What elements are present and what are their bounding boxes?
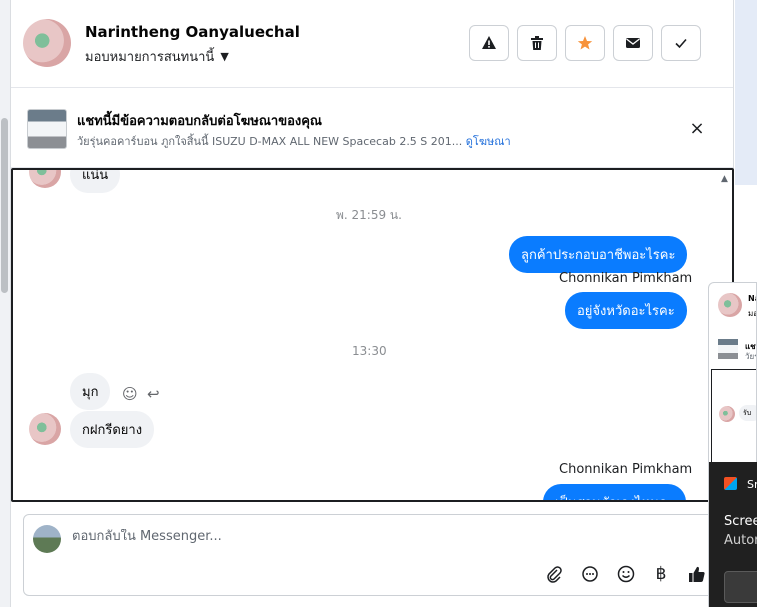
ad-banner-subtitle: วัยรุ่นคอคาร์บอน ภูกใจสิ้นนี้ ISUZU D-MA… [77, 132, 511, 150]
toast-action-button[interactable] [724, 571, 757, 603]
ad-description: วัยรุ่นคอคาร์บอน ภูกใจสิ้นนี้ ISUZU D-MA… [77, 135, 463, 148]
popout-message: รับ [739, 405, 756, 421]
assign-conversation-dropdown[interactable]: มอบหมายการสนทนานี้ ▼ [85, 46, 229, 67]
incoming-message: กฝกรีดยาง [70, 411, 155, 448]
ad-thumbnail[interactable] [27, 109, 67, 149]
baht-icon[interactable]: ฿ [650, 563, 672, 585]
chat-bubble-icon[interactable] [579, 563, 601, 585]
popout-avatar-small [719, 406, 735, 422]
delete-button[interactable] [517, 25, 557, 61]
timestamp: พ. 21:59 น. [336, 208, 402, 222]
trash-icon [531, 36, 543, 50]
snipping-tool-icon [724, 477, 737, 490]
envelope-icon [626, 38, 640, 48]
reply-icon[interactable]: ↩ [147, 385, 160, 403]
popout-ad-thumbnail [718, 339, 738, 359]
outgoing-message: ลูกค้าประกอบอาชีพอะไรคะ [509, 236, 688, 273]
toast-subtitle: Autor [724, 533, 757, 548]
contact-avatar[interactable] [23, 19, 71, 67]
toast-app-name: Sn [747, 478, 757, 491]
incoming-message: แน่น [70, 170, 121, 193]
report-button[interactable] [469, 25, 509, 61]
left-scrollbar-thumb[interactable] [1, 118, 8, 293]
page-avatar [33, 525, 61, 553]
incoming-message: มุก [70, 373, 111, 410]
view-ad-link[interactable]: ดูโฆษณา [466, 135, 511, 148]
star-icon [577, 36, 593, 50]
paperclip-icon[interactable] [543, 563, 565, 585]
conversation-header: Narintheng Oanyaluechal มอบหมายการสนทนาน… [11, 0, 733, 88]
check-icon [675, 38, 687, 49]
ad-banner-title: แชทนี้มีข้อความตอบกลับต่อโฆษณาของคุณ [77, 114, 322, 129]
popout-ad-subtitle: วัยรุ่ [745, 352, 756, 361]
emoji-icon[interactable] [615, 563, 637, 585]
timestamp: 13:30 [352, 344, 387, 358]
contact-name[interactable]: Narintheng Oanyaluechal [85, 23, 300, 41]
assign-label: มอบหมายการสนทนานี้ [85, 50, 215, 65]
outgoing-message: อยู่จังหวัดอะไรคะ [565, 292, 687, 329]
mark-unread-button[interactable] [613, 25, 653, 61]
reply-input[interactable] [72, 529, 672, 544]
popout-assign-label: มอ [748, 309, 756, 318]
thumbs-up-icon[interactable] [686, 563, 708, 585]
mark-done-button[interactable] [661, 25, 701, 61]
toast-title: Scree [724, 514, 757, 529]
contact-avatar-small [29, 170, 61, 188]
contact-avatar-small [29, 413, 61, 445]
star-button[interactable] [565, 25, 605, 61]
close-icon[interactable]: × [687, 118, 707, 139]
ad-reply-banner: แชทนี้มีข้อความตอบกลับต่อโฆษณาของคุณ วัย… [11, 88, 733, 168]
message-thread[interactable]: ▲ แน่น พ. 21:59 น. ลูกค้าประกอบอาชีพอะไร… [11, 168, 734, 502]
outgoing-message: เป็นสวนตัวเองไหมคะ [543, 484, 687, 500]
left-scrollbar-track[interactable] [0, 0, 11, 607]
reply-composer: ฿ [23, 514, 718, 596]
popout-contact-avatar [718, 293, 742, 317]
scroll-up-arrow-icon[interactable]: ▲ [721, 174, 728, 184]
caret-down-icon: ▼ [220, 50, 229, 63]
notification-toast[interactable]: Sn Scree Autor [709, 462, 757, 607]
right-edge-highlight [735, 0, 757, 185]
popout-contact-name: Na [748, 294, 756, 303]
sender-name: Chonnikan Pimkham [559, 271, 693, 286]
warning-icon [482, 36, 496, 49]
sender-name: Chonnikan Pimkham [559, 462, 693, 477]
react-emoji-icon[interactable]: ☺ [122, 385, 138, 403]
